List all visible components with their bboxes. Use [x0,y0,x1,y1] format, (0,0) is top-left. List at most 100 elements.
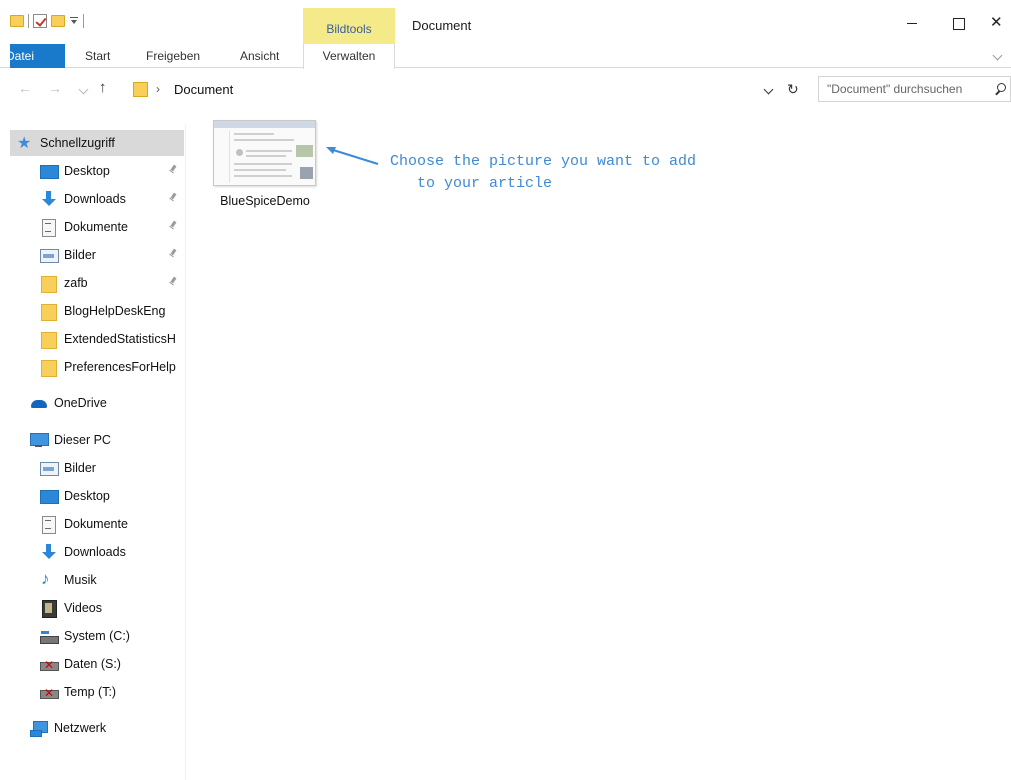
folder-icon [133,82,148,97]
nav-item-downloads[interactable]: Downloads [10,186,184,212]
download-icon [40,191,57,207]
file-list-area[interactable]: BlueSpiceDemo Choose the picture you wan… [187,104,1011,780]
documents-icon [40,219,57,237]
nav-item-pc-downloads[interactable]: Downloads [10,539,184,565]
tab-ansicht[interactable]: Ansicht [240,44,279,68]
nav-item-label: Temp (T:) [64,685,117,699]
search-input[interactable] [819,77,991,101]
nav-item-pc-bilder[interactable]: Bilder [10,455,184,481]
pc-icon [30,432,49,448]
thumbnail-line [234,169,286,171]
nav-item-label: System (C:) [64,629,130,643]
nav-item-label: Downloads [64,192,126,206]
recent-locations-chevron-icon[interactable] [78,84,89,95]
back-button[interactable]: ← [18,80,32,96]
ribbon-tab-bar: Datei Start Freigeben Ansicht Verwalten [0,44,1011,69]
thumbnail-line [246,150,292,152]
new-folder-icon[interactable] [51,15,65,27]
nav-item-pc-dokumente[interactable]: Dokumente [10,511,184,537]
annotation-arrow-icon [326,147,379,165]
nav-item-label: Dieser PC [54,433,111,447]
address-bar[interactable]: › Document ↻ [128,76,806,102]
videos-icon [40,600,57,618]
star-icon [16,133,33,153]
file-name[interactable]: BlueSpiceDemo [207,194,323,208]
tab-datei[interactable]: Datei [6,44,65,68]
nav-item-temp-t[interactable]: Temp (T:) [10,679,184,705]
network-icon [30,720,48,737]
nav-item-preferencesforhelp[interactable]: PreferencesForHelp [10,354,184,380]
maximize-button[interactable] [935,10,981,36]
search-box[interactable] [818,76,1011,102]
pin-icon[interactable] [168,165,178,175]
breadcrumb-separator[interactable]: › [156,82,160,96]
divider [28,14,29,28]
nav-item-zafb[interactable]: zafb [10,270,184,296]
close-button[interactable]: ✕ [981,10,1011,36]
download-icon [40,544,57,560]
nav-item-label: Dokumente [64,220,128,234]
pin-icon[interactable] [168,249,178,259]
network-drive-icon [40,656,59,672]
nav-item-label: Downloads [64,545,126,559]
desktop-icon [40,163,59,179]
nav-item-label: ExtendedStatisticsH [64,332,176,346]
nav-item-system-c[interactable]: System (C:) [10,623,184,649]
thumbnail-line [234,175,292,177]
breadcrumb-document[interactable]: Document [174,82,233,97]
nav-item-label: zafb [64,276,88,290]
tab-start[interactable]: Start [85,44,110,68]
thumbnail-line [234,163,292,165]
thumbnail-image [300,167,313,179]
annotation-text: Choose the picture you want to add to yo… [390,151,810,195]
expand-ribbon-icon[interactable] [993,52,1003,62]
nav-item-label: Bilder [64,461,96,475]
nav-item-daten-s[interactable]: Daten (S:) [10,651,184,677]
nav-item-musik[interactable]: Musik [10,567,184,593]
search-icon[interactable] [995,83,1006,94]
minimize-button[interactable] [889,10,935,36]
context-tab-group-header: Bildtools [303,8,395,44]
pictures-icon [40,247,59,263]
up-button[interactable]: ↑ [99,79,107,96]
tab-freigeben[interactable]: Freigeben [146,44,200,68]
nav-item-label: OneDrive [54,396,107,410]
nav-item-label: PreferencesForHelp [64,360,176,374]
nav-item-pc-desktop[interactable]: Desktop [10,483,184,509]
nav-item-label: Schnellzugriff [40,136,115,150]
thumbnail-line [234,139,294,141]
nav-item-dokumente[interactable]: Dokumente [10,214,184,240]
forward-button[interactable]: → [48,80,62,96]
image-thumbnail [213,120,316,186]
nav-item-extendedstatistics[interactable]: ExtendedStatisticsH [10,326,184,352]
nav-item-bilder[interactable]: Bilder [10,242,184,268]
folder-icon [40,275,57,293]
pin-icon[interactable] [168,193,178,203]
nav-item-dieser-pc[interactable]: Dieser PC [10,427,184,453]
close-icon: ✕ [990,14,1003,31]
customize-toolbar-icon[interactable] [69,16,79,26]
nav-item-onedrive[interactable]: OneDrive [10,390,184,416]
thumbnail-sidebar [216,131,230,183]
pin-icon[interactable] [168,277,178,287]
address-history-dropdown-icon[interactable] [763,84,774,95]
nav-item-bloghelpdeskeng[interactable]: BlogHelpDeskEng [10,298,184,324]
nav-item-videos[interactable]: Videos [10,595,184,621]
pin-icon[interactable] [168,221,178,231]
annotation-line-1: Choose the picture you want to add [390,153,697,170]
quick-access-toolbar [10,10,84,32]
folder-icon[interactable] [10,15,24,27]
music-icon [40,569,57,589]
tab-verwalten[interactable]: Verwalten [303,44,395,69]
refresh-icon[interactable]: ↻ [787,81,799,98]
nav-item-label: Netzwerk [54,721,107,735]
file-item-bluespicedemo[interactable]: BlueSpiceDemo [213,120,317,220]
thumbnail-line [246,155,286,157]
window-title: Document [412,18,472,33]
nav-item-netzwerk[interactable]: Netzwerk [10,715,184,741]
nav-item-desktop[interactable]: Desktop [10,158,184,184]
nav-item-label: Musik [64,573,97,587]
nav-item-schnellzugriff[interactable]: Schnellzugriff [10,130,184,156]
nav-item-label: Daten (S:) [64,657,121,671]
properties-icon[interactable] [33,14,47,28]
